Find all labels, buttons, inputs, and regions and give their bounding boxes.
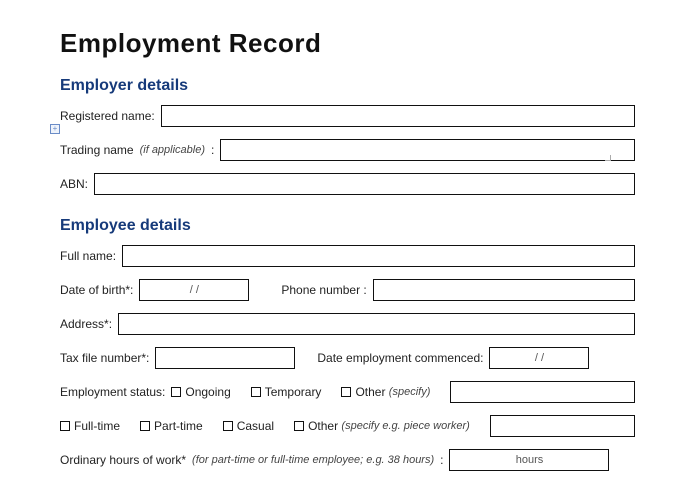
hours-hint: (for part-time or full-time employee; e.… [192,454,434,466]
status-label: Employment status: [60,385,165,399]
fullname-input[interactable] [122,245,635,267]
fullname-label: Full name: [60,249,116,263]
parttime-label: Part-time [154,419,203,433]
ongoing-label: Ongoing [185,385,230,399]
address-label: Address*: [60,317,112,331]
casual-label: Casual [237,419,274,433]
page-title: Employment Record [60,28,635,59]
trading-name-colon: : [211,143,214,157]
trading-name-label: Trading name [60,143,134,157]
checkbox-fulltime[interactable] [60,421,70,431]
hours-colon: : [440,453,443,467]
phone-label: Phone number : [281,283,366,297]
checkbox-temporary[interactable] [251,387,261,397]
trading-name-input[interactable] [220,139,635,161]
status-other-hint: (specify) [389,386,431,398]
address-input[interactable] [118,313,635,335]
table-anchor-icon: + [50,124,60,134]
type-other-hint: (specify e.g. piece worker) [341,420,469,432]
hours-label: Ordinary hours of work* [60,453,186,467]
checkbox-parttime[interactable] [140,421,150,431]
checkbox-status-other[interactable] [341,387,351,397]
employee-heading: Employee details [60,217,635,235]
abn-input[interactable] [94,173,635,195]
abn-label: ABN: [60,177,88,191]
commenced-label: Date employment commenced: [317,351,483,365]
temporary-label: Temporary [265,385,322,399]
phone-input[interactable] [373,279,635,301]
checkbox-casual[interactable] [223,421,233,431]
status-other-input[interactable] [450,381,635,403]
type-other-input[interactable] [490,415,635,437]
status-other-label: Other [355,385,385,399]
hours-suffix: hours [516,454,544,466]
hours-input[interactable]: hours [449,449,609,471]
registered-name-input[interactable] [161,105,635,127]
tfn-input[interactable] [155,347,295,369]
checkbox-type-other[interactable] [294,421,304,431]
registered-name-label: Registered name: [60,109,155,123]
dob-label: Date of birth*: [60,283,133,297]
tfn-label: Tax file number*: [60,351,149,365]
type-other-label: Other [308,419,338,433]
dob-input[interactable]: / / [139,279,249,301]
employer-heading: Employer details [60,77,635,95]
fulltime-label: Full-time [74,419,120,433]
trading-name-hint: (if applicable) [140,144,205,156]
commenced-input[interactable]: / / [489,347,589,369]
checkbox-ongoing[interactable] [171,387,181,397]
resize-corner-icon [605,155,611,161]
